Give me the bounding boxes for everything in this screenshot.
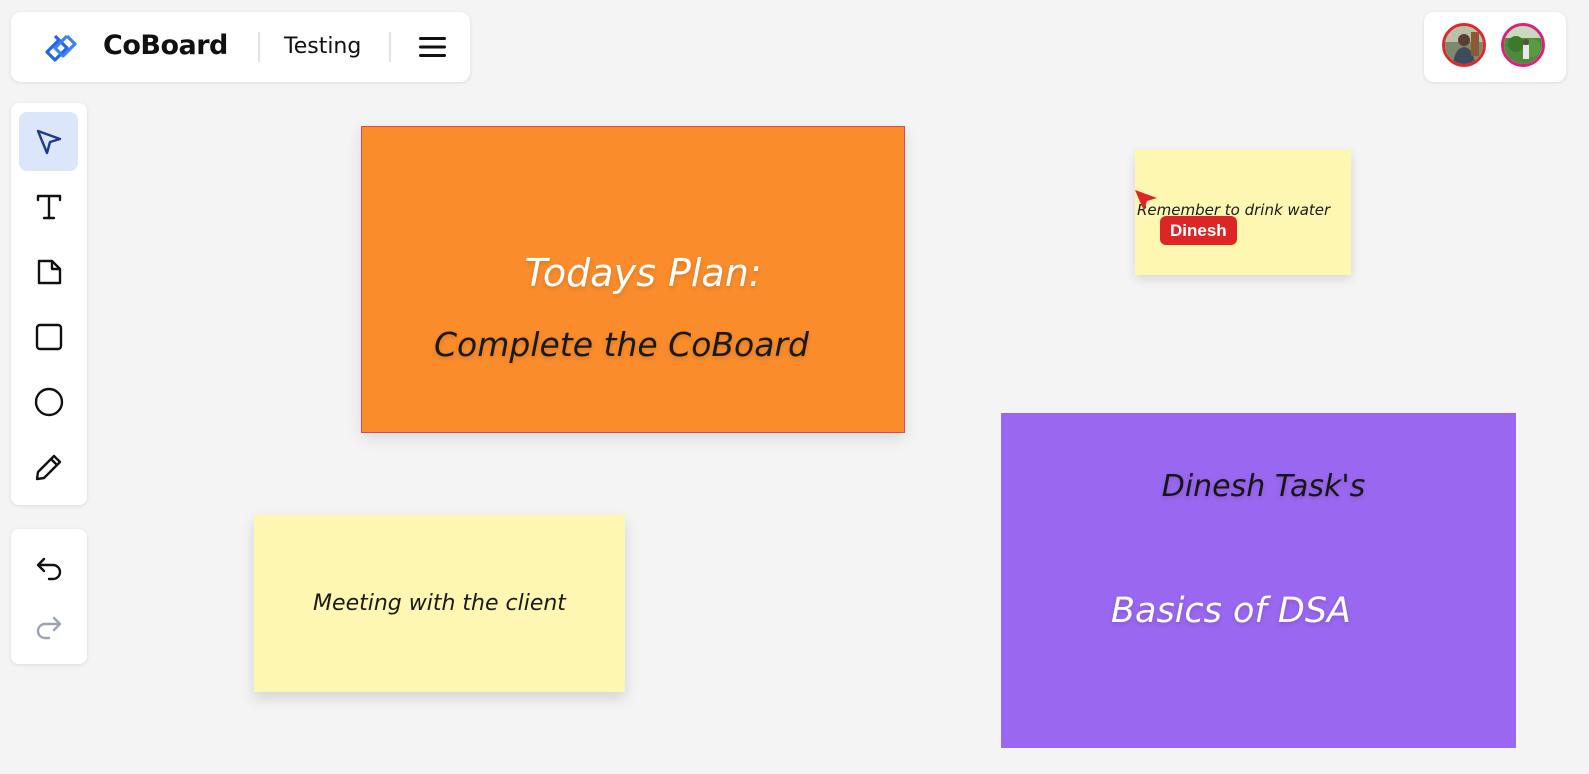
text-tool-icon: [36, 194, 61, 219]
tools-toolbar: [11, 103, 87, 505]
avatar-photo-icon: [1445, 26, 1483, 64]
app-name: CoBoard: [103, 30, 228, 61]
sticky-note-icon: [37, 259, 61, 284]
pencil-tool-button[interactable]: [19, 437, 78, 496]
select-tool-button[interactable]: [19, 112, 78, 171]
coboard-logo-icon[interactable]: [41, 28, 81, 68]
rectangle-icon: [35, 323, 62, 350]
sticky-note-text: Meeting with the client: [313, 591, 566, 616]
card-body: Basics of DSA: [1111, 591, 1351, 631]
rectangle-tool-button[interactable]: [19, 307, 78, 366]
card-title: Todays Plan:: [524, 251, 762, 295]
pencil-icon: [35, 454, 61, 480]
remote-cursor-icon: [1135, 190, 1157, 211]
sticky-note-tool-button[interactable]: [19, 242, 78, 301]
avatar[interactable]: [1501, 23, 1545, 67]
purple-rectangle-card[interactable]: Dinesh Task's Basics of DSA: [1001, 413, 1516, 748]
app-header: CoBoard Testing: [11, 12, 470, 82]
avatar-photo-icon: [1504, 26, 1542, 64]
orange-rectangle-card[interactable]: Todays Plan: Complete the CoBoard: [361, 126, 905, 433]
sticky-note-meeting[interactable]: Meeting with the client: [254, 515, 625, 692]
avatar[interactable]: [1442, 23, 1486, 67]
sticky-note-reminder[interactable]: Remember to drink water: [1135, 150, 1351, 275]
board-name[interactable]: Testing: [284, 32, 361, 62]
remote-cursor-label: Dinesh: [1160, 216, 1237, 245]
undo-button[interactable]: [19, 538, 78, 597]
card-title: Dinesh Task's: [1161, 469, 1366, 504]
circle-icon: [34, 387, 63, 416]
card-body: Complete the CoBoard: [434, 325, 809, 364]
circle-tool-button[interactable]: [19, 372, 78, 431]
redo-icon: [36, 616, 61, 639]
text-tool-button[interactable]: [19, 177, 78, 236]
header-divider: [258, 32, 260, 62]
history-toolbar: [11, 529, 87, 664]
hamburger-menu-icon[interactable]: [415, 32, 449, 62]
whiteboard-canvas[interactable]: CoBoard Testing Todays Plan: Complete th…: [0, 0, 1589, 774]
collaborators-panel: [1424, 12, 1566, 82]
undo-icon: [36, 557, 61, 580]
redo-button[interactable]: [19, 597, 78, 656]
header-divider: [389, 32, 391, 62]
select-pointer-icon: [36, 129, 61, 154]
